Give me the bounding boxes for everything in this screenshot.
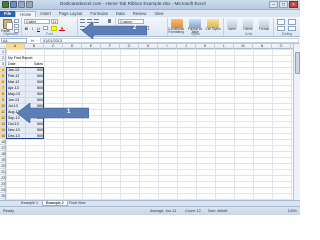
fill-color-button[interactable] [51, 26, 57, 31]
underline-button[interactable]: U [36, 26, 41, 31]
delete-cells-button[interactable]: Delete [240, 27, 256, 31]
clipboard-group: Paste Clipboard [0, 18, 22, 36]
italic-button[interactable]: I [30, 26, 35, 31]
name-box[interactable]: A4 [1, 38, 27, 43]
format-cells-button[interactable]: Format [256, 27, 272, 31]
cells-group: Insert Delete Format Cells [224, 18, 274, 36]
window-title: Dedicatedexcel.com - Home Tab Ribbon Exa… [60, 1, 206, 6]
fill-icon[interactable] [277, 26, 285, 31]
window-controls: – □ × [269, 1, 298, 8]
status-average: Average: Jun-13 [150, 209, 177, 213]
styles-group: Conditional Formatting Format as Table C… [168, 18, 224, 36]
arrow-1-label: 1 [67, 109, 71, 115]
arrow-1-shape [17, 103, 89, 123]
scroll-thumb[interactable] [295, 52, 300, 74]
status-count: Count: 12 [185, 209, 201, 213]
formula-input[interactable]: 01/01/2013 [40, 38, 299, 43]
callout-arrow-2 [82, 22, 147, 39]
zoom-level[interactable]: 100% [288, 209, 297, 213]
excel-logo-icon[interactable] [2, 1, 9, 8]
status-bar: Ready Average: Jun-13 Count: 12 Sum: ###… [0, 206, 300, 215]
close-button[interactable]: × [289, 1, 298, 8]
formula-bar: A4 fx 01/01/2013 [0, 37, 300, 44]
cell-area[interactable]: My First Report Date Sales Jan-13 500 Feb-… [6, 49, 293, 200]
cut-icon[interactable] [14, 19, 19, 23]
redo-icon[interactable] [26, 1, 33, 8]
insert-cells-button[interactable]: Insert [224, 27, 240, 31]
home-ribbon: Paste Clipboard Calibri 11 B I U A Font [0, 17, 300, 37]
styles-group-label: Styles [190, 32, 201, 36]
font-size-select[interactable]: 11 [51, 19, 58, 24]
excel-window: Dedicatedexcel.com - Home Tab Ribbon Exa… [0, 0, 300, 215]
copy-icon[interactable] [14, 24, 19, 28]
title-bar: Dedicatedexcel.com - Home Tab Ribbon Exa… [0, 0, 300, 10]
quick-access-toolbar [2, 1, 33, 8]
status-sum: Sum: ##### [208, 209, 228, 213]
find-select-icon[interactable] [288, 26, 296, 31]
sort-filter-icon[interactable] [288, 19, 296, 25]
clipboard-group-label: Clipboard [3, 32, 18, 36]
status-ready: Ready [3, 209, 14, 213]
ribbon-tabs: File Home Insert Page Layout Formulas Da… [0, 10, 300, 17]
minimize-button[interactable]: – [269, 1, 278, 8]
arrow-2-shape [82, 22, 147, 39]
undo-icon[interactable] [18, 1, 25, 8]
paste-icon[interactable] [3, 19, 13, 30]
vertical-scrollbar[interactable] [293, 44, 300, 200]
cells-group-label: Cells [244, 32, 253, 36]
editing-group-label: Editing [281, 32, 293, 36]
font-name-select[interactable]: Calibri [24, 19, 50, 24]
callout-arrow-1 [17, 103, 89, 123]
cell-styles-button[interactable]: Cell Styles [205, 27, 221, 31]
maximize-button[interactable]: □ [279, 1, 288, 8]
save-icon[interactable] [10, 1, 17, 8]
font-color-button[interactable]: A [59, 26, 65, 31]
arrow-2-label: 2 [133, 25, 137, 31]
date-cell[interactable]: Dec-13 [8, 133, 20, 139]
editing-group: Editing [274, 18, 300, 36]
bold-button[interactable]: B [24, 26, 29, 31]
font-group-label: Font [46, 32, 53, 36]
autosum-icon[interactable] [277, 19, 285, 25]
fx-icon[interactable]: fx [31, 38, 34, 43]
sales-cell[interactable]: 500 [25, 133, 43, 139]
borders-icon[interactable] [43, 26, 48, 30]
font-group: Calibri 11 B I U A Font [22, 18, 78, 36]
